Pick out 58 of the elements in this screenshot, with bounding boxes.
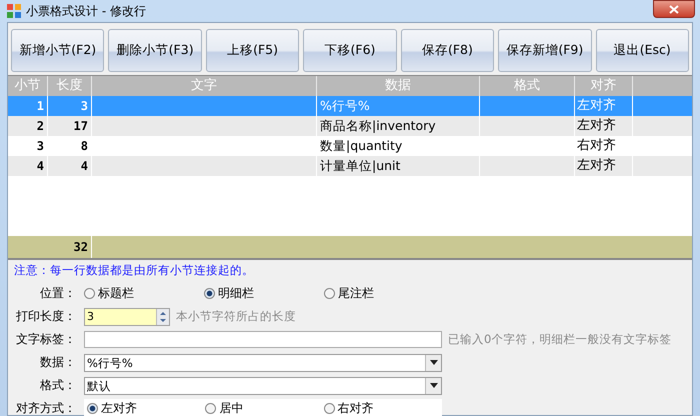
radio-button[interactable] xyxy=(324,288,335,299)
hint-text: 已输入0个字符，明细栏一般没有文字标签 xyxy=(448,332,672,347)
field-label: 文字标签： xyxy=(15,331,77,348)
table-cell: 左对齐 xyxy=(577,98,616,113)
table-cell: 计量单位|unit xyxy=(320,158,400,173)
table-cell: 左对齐 xyxy=(577,118,616,133)
radio-label: 标题栏 xyxy=(98,285,134,302)
caret-icon xyxy=(430,360,438,365)
table-cell: 2 xyxy=(36,119,44,133)
table-cell: 8 xyxy=(80,139,88,153)
toolbar-button[interactable]: 退出(Esc) xyxy=(596,29,689,72)
radio-button[interactable] xyxy=(87,403,98,414)
radio-button[interactable] xyxy=(84,288,95,299)
table-cell: 4 xyxy=(80,159,88,173)
field-label: 格式： xyxy=(39,377,77,394)
table-cell: 4 xyxy=(36,159,44,173)
radio-button[interactable] xyxy=(205,403,216,414)
text-label-field[interactable] xyxy=(84,331,442,348)
spin-arrows-icon xyxy=(159,310,167,324)
table-cell: %行号% xyxy=(320,98,370,113)
field-label: 数据： xyxy=(39,354,77,371)
toolbar-button[interactable]: 下移(F6) xyxy=(303,29,397,72)
length-spinbox[interactable]: 3 xyxy=(84,308,170,326)
hint-text: 本小节字符所占的长度 xyxy=(176,309,296,324)
table-cell: 3 xyxy=(80,99,88,113)
table-cell: 17 xyxy=(74,119,88,133)
note-text: 注意：每一行数据都是由所有小节连接起的。 xyxy=(14,263,255,278)
radio-label: 右对齐 xyxy=(338,400,374,416)
table-cell: 3 xyxy=(36,139,44,153)
toolbar-button[interactable]: 保存(F8) xyxy=(400,29,494,72)
toolbar-button[interactable]: 保存新增(F9) xyxy=(498,29,592,72)
close-button[interactable] xyxy=(653,0,695,18)
field-label: 对齐方式： xyxy=(15,400,77,416)
radio-button[interactable] xyxy=(204,288,215,299)
close-icon xyxy=(669,4,679,14)
table-row[interactable]: 2 17 商品名称|inventory 左对齐 xyxy=(8,116,692,136)
toolbar-button[interactable]: 上移(F5) xyxy=(206,29,300,72)
toolbar-button[interactable]: 删除小节(F3) xyxy=(108,29,202,72)
table-cell: 商品名称|inventory xyxy=(320,118,436,133)
radio-label: 左对齐 xyxy=(101,400,137,416)
radio-button[interactable] xyxy=(324,403,335,414)
app-icon xyxy=(7,4,21,18)
toolbar-button[interactable]: 新增小节(F2) xyxy=(11,29,104,72)
window-title: 小票格式设计 - 修改行 xyxy=(26,2,146,20)
table-cell: 左对齐 xyxy=(577,158,616,173)
radio-label: 居中 xyxy=(219,400,244,416)
table-cell: 右对齐 xyxy=(577,138,616,153)
field-label: 打印长度： xyxy=(15,308,77,325)
radio-label: 尾注栏 xyxy=(338,285,374,302)
table-row[interactable]: 4 4 计量单位|unit 左对齐 xyxy=(8,156,692,176)
total-length: 32 xyxy=(74,240,88,254)
caret-icon xyxy=(430,383,438,388)
dropdown[interactable]: 默认 xyxy=(84,376,442,394)
dropdown[interactable]: %行号% xyxy=(84,354,442,372)
table-cell: 1 xyxy=(36,99,44,113)
field-label: 位置： xyxy=(39,285,77,302)
table-cell: 数量|quantity xyxy=(320,138,402,153)
radio-label: 明细栏 xyxy=(218,285,254,302)
